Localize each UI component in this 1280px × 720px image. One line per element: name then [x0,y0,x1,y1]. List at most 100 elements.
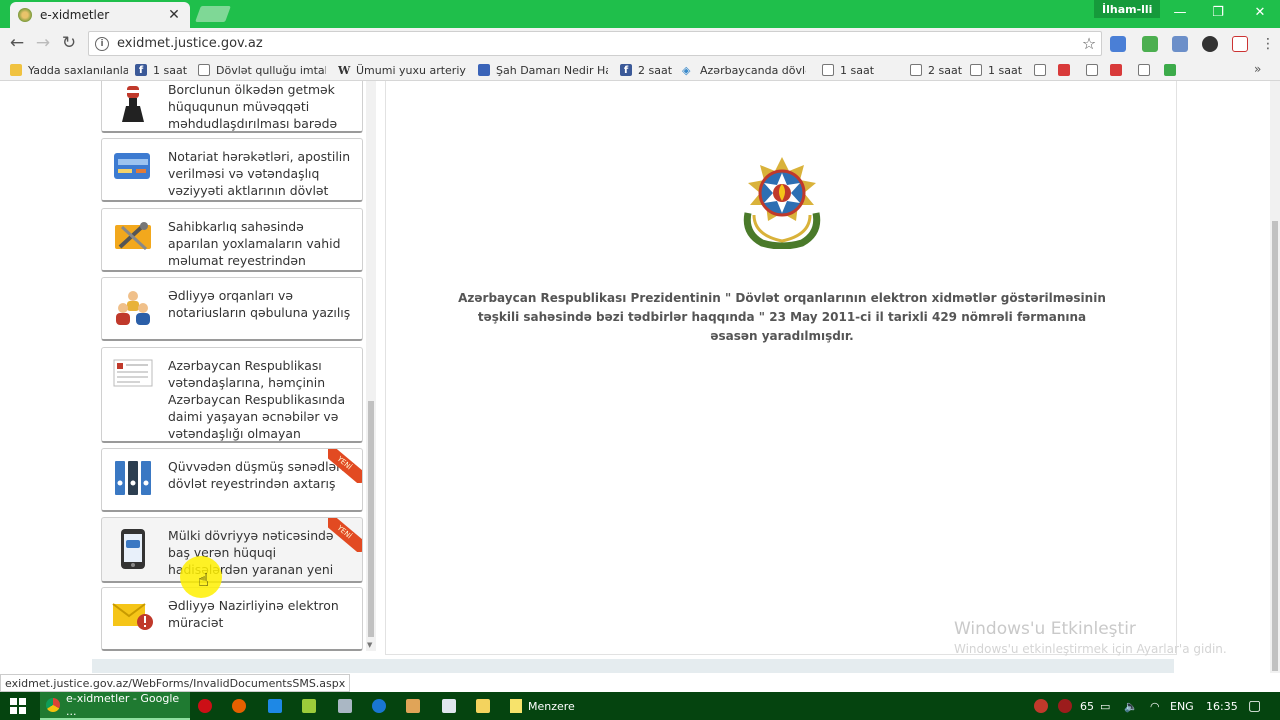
tray-app-icon[interactable] [1058,699,1072,713]
id-card-icon [102,139,164,200]
browser-tab[interactable]: e-xidmetler ✕ [10,2,190,28]
bookmark-item[interactable] [1034,62,1052,78]
bookmark-label: Ümumi yuxu arteriyası [356,63,466,77]
clock[interactable]: 16:35 [1206,692,1238,720]
bookmark-item[interactable]: Yadda saxlanılanlar [10,62,128,78]
network-icon[interactable]: ▭ [1100,692,1110,720]
service-card[interactable]: Ədliyyə Nazirliyinə elektron müraciət [101,587,363,651]
service-card[interactable]: Mülki dövriyyə nəticəsində baş verən hüq… [101,517,363,583]
bookmark-item[interactable] [1138,62,1156,78]
bookmark-label: 1 saat [153,63,188,77]
wikipedia-icon: W [338,64,351,77]
sticky-notes-icon[interactable] [476,699,490,713]
extension-dark-icon[interactable] [1202,36,1218,52]
tab-close-icon[interactable]: ✕ [166,7,182,23]
page-scrollbar[interactable] [1270,81,1280,673]
bookmark-item[interactable]: W Ümumi yuxu arteriyası [338,62,466,78]
service-label: Notariat hərəkətləri, apostilin verilməs… [168,149,351,198]
windows-taskbar: e-xidmetler - Google ... Menzere 65 ▭ 🔈 … [0,692,1280,720]
service-card[interactable]: Qüvvədən düşmüş sənədlərin dövlət reyest… [101,448,363,512]
back-button[interactable]: ← [6,32,28,54]
menu-icon[interactable]: ⋮ [1260,36,1276,52]
service-card[interactable]: Ədliyyə orqanları və notariusların qəbul… [101,277,363,341]
page-scroll-thumb[interactable] [1272,221,1278,671]
bookmark-item[interactable]: ◈ Azərbaycanda dövlət ... [682,62,806,78]
page-icon [198,64,210,76]
reload-button[interactable]: ↻ [58,32,80,54]
bookmark-label: 2 saat [638,63,673,77]
service-card[interactable]: Sahibkarlıq sahəsində aparılan yoxlamala… [101,208,363,272]
bookmark-item[interactable]: 1 saat [970,62,1026,78]
gmail-icon[interactable] [1232,36,1248,52]
facebook-icon: f [135,64,147,76]
page-icon [910,64,922,76]
bookmarks-bar: Yadda saxlanılanlar f 1 saat Dövlət qullu… [0,59,1280,81]
bookmark-item[interactable]: f 1 saat [135,62,191,78]
page-icon [1086,64,1098,76]
bookmark-item[interactable]: 1 saat [822,62,878,78]
record-icon[interactable] [1034,699,1048,713]
bookmark-item[interactable] [1164,62,1182,78]
new-ribbon-label: YENİ [328,449,362,483]
bookmark-item[interactable] [1058,62,1076,78]
bookmark-star-icon[interactable]: ☆ [1077,34,1101,53]
globe-icon [478,64,490,76]
language-indicator[interactable]: ENG [1170,692,1194,720]
forward-button[interactable]: → [32,32,54,54]
page-icon [1034,64,1046,76]
profile-button[interactable]: İlham-lli [1094,0,1161,18]
firefox-icon[interactable] [232,699,246,713]
hand-pointer-icon: ☝ [198,570,209,591]
volume-icon[interactable]: 🔈 [1124,692,1138,720]
service-card[interactable]: Notariat hərəkətləri, apostilin verilməs… [101,138,363,202]
screenshot-icon[interactable] [1172,36,1188,52]
address-url: exidmet.justice.gov.az [117,36,263,51]
windows-logo-icon [10,698,26,714]
sidebar-scrollbar[interactable]: ▼ [366,81,376,651]
notepad-icon[interactable] [442,699,456,713]
sidebar-scroll-thumb[interactable] [368,401,374,637]
page-footer-strip [92,659,1174,673]
keyboard-icon[interactable] [338,699,352,713]
site-info-icon[interactable]: i [95,36,109,51]
wifi-tray-icon[interactable]: ◠ [1150,692,1160,720]
translate-icon[interactable] [1110,36,1126,52]
wifi-icon: ◈ [682,64,691,77]
window-close-icon[interactable]: ✕ [1240,0,1280,24]
bookmark-item[interactable] [1086,62,1104,78]
opera-icon[interactable] [198,699,212,713]
bookmark-item[interactable]: Dövlət qulluğu imtahanı [198,62,326,78]
scroll-down-arrow-icon[interactable]: ▼ [367,641,372,649]
tray-number: 65 [1080,699,1094,713]
new-tab-button[interactable] [195,6,231,22]
bookmark-item[interactable]: f 2 saat [620,62,676,78]
more-bookmarks-icon[interactable]: » [1254,62,1261,76]
bookmark-item[interactable]: Şah Damarı Nedir Hal... [478,62,608,78]
taskbar-chrome-app[interactable]: e-xidmetler - Google ... [40,692,190,720]
address-bar[interactable]: i exidmet.justice.gov.az ☆ [88,31,1102,56]
new-ribbon: YENİ [328,449,362,483]
facebook-icon: f [620,64,632,76]
service-label: Sahibkarlıq sahəsində aparılan yoxlamala… [168,219,341,268]
decree-text: Azərbaycan Respublikası Prezidentinin " … [458,291,1106,343]
bookmark-item[interactable]: 2 saat [910,62,966,78]
new-ribbon-label: YENİ [328,518,362,552]
page-icon [822,64,834,76]
notifications-icon[interactable]: ▢ [1248,692,1261,720]
minimize-icon[interactable]: — [1160,0,1200,24]
extension-icon[interactable] [1142,36,1158,52]
start-button[interactable] [0,692,36,720]
bookmark-item[interactable] [1110,62,1128,78]
restore-icon[interactable]: ❐ [1198,0,1238,24]
app-green-icon[interactable] [302,699,316,713]
tab-title: e-xidmetler [40,8,110,22]
bookmark-label: Azərbaycanda dövlət ... [700,63,806,77]
service-card[interactable]: Azərbaycan Respublikası vətəndaşlarına, … [101,347,363,443]
app-blue-icon[interactable] [268,699,282,713]
photos-icon[interactable] [406,699,420,713]
taskbar-menzere-app[interactable]: Menzere [504,692,581,720]
edge-icon[interactable] [372,699,386,713]
service-card[interactable]: Borclunun ölkədən getmək hüququnun müvəq… [101,81,363,133]
document-icon [102,348,164,441]
activation-watermark-subtitle: Windows'u etkinleştirmek için Ayarlar'a … [954,642,1227,656]
